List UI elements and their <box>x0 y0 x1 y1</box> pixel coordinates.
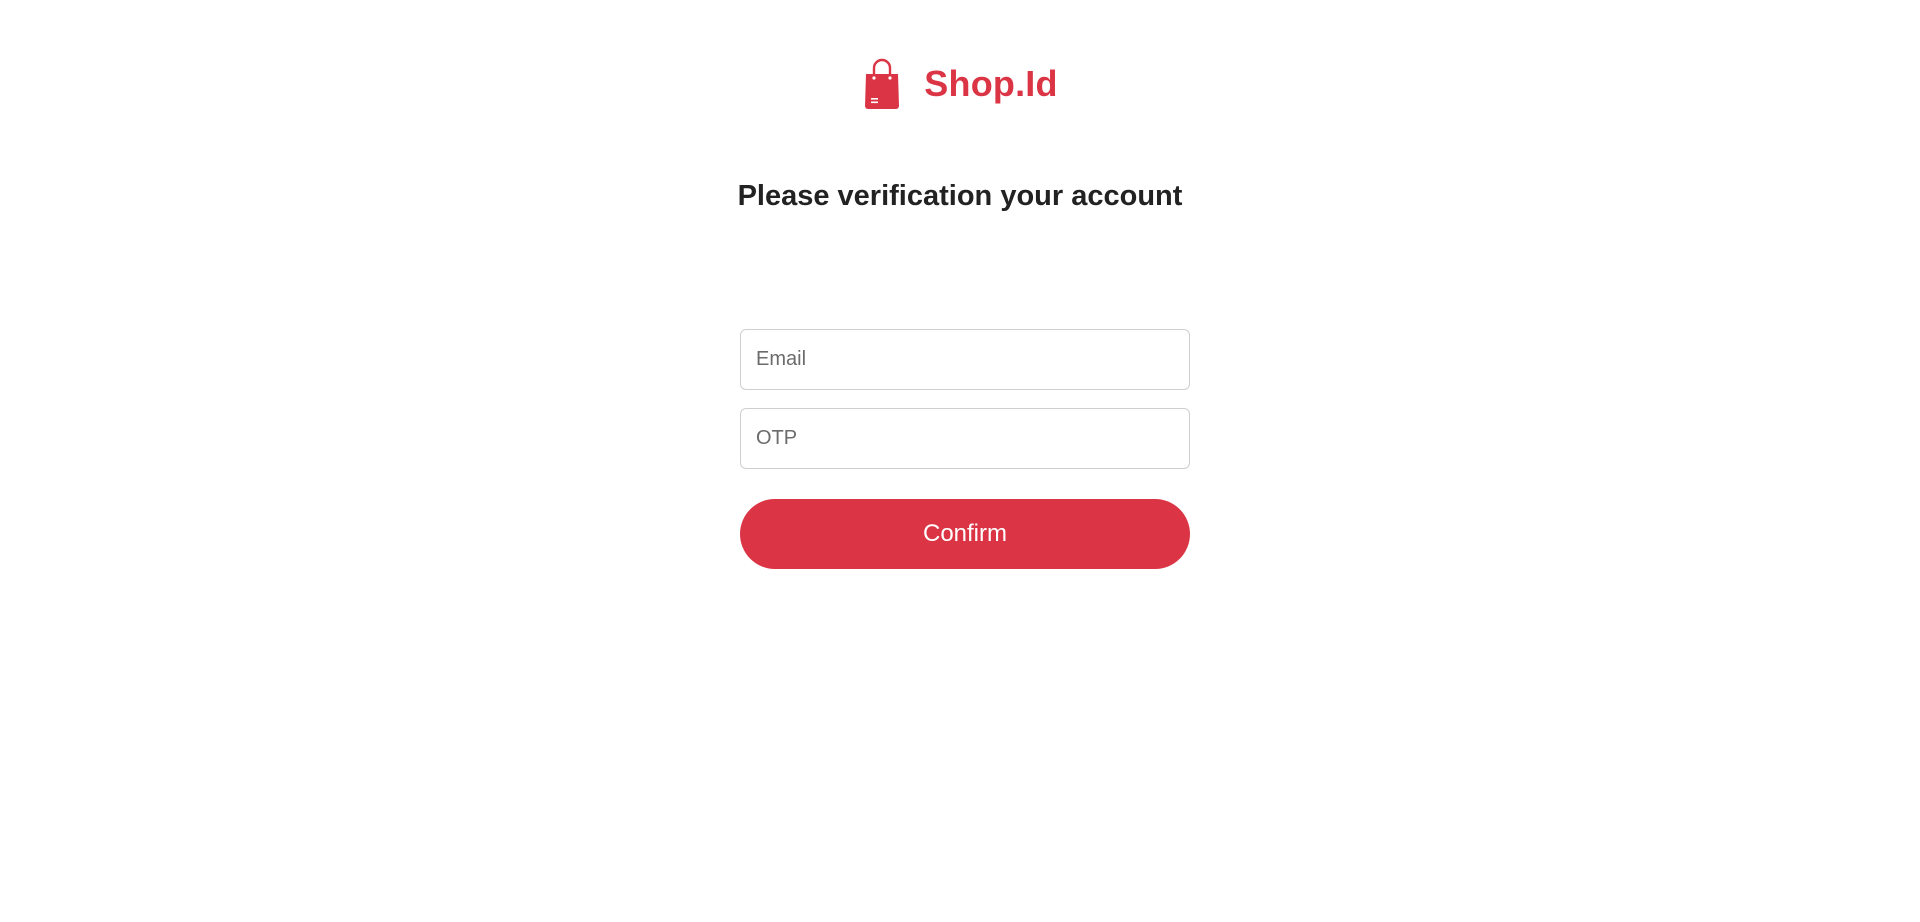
email-field[interactable] <box>740 329 1190 390</box>
verification-page: Shop.Id Please verification your account… <box>0 0 1920 922</box>
verification-form: Confirm <box>740 329 1190 569</box>
brand-name: Shop.Id <box>924 63 1058 104</box>
shopping-bag-icon <box>862 58 902 110</box>
page-title: Please verification your account <box>737 180 1183 212</box>
confirm-button[interactable]: Confirm <box>740 499 1190 569</box>
brand-header: Shop.Id <box>0 58 1920 110</box>
otp-field[interactable] <box>740 408 1190 469</box>
